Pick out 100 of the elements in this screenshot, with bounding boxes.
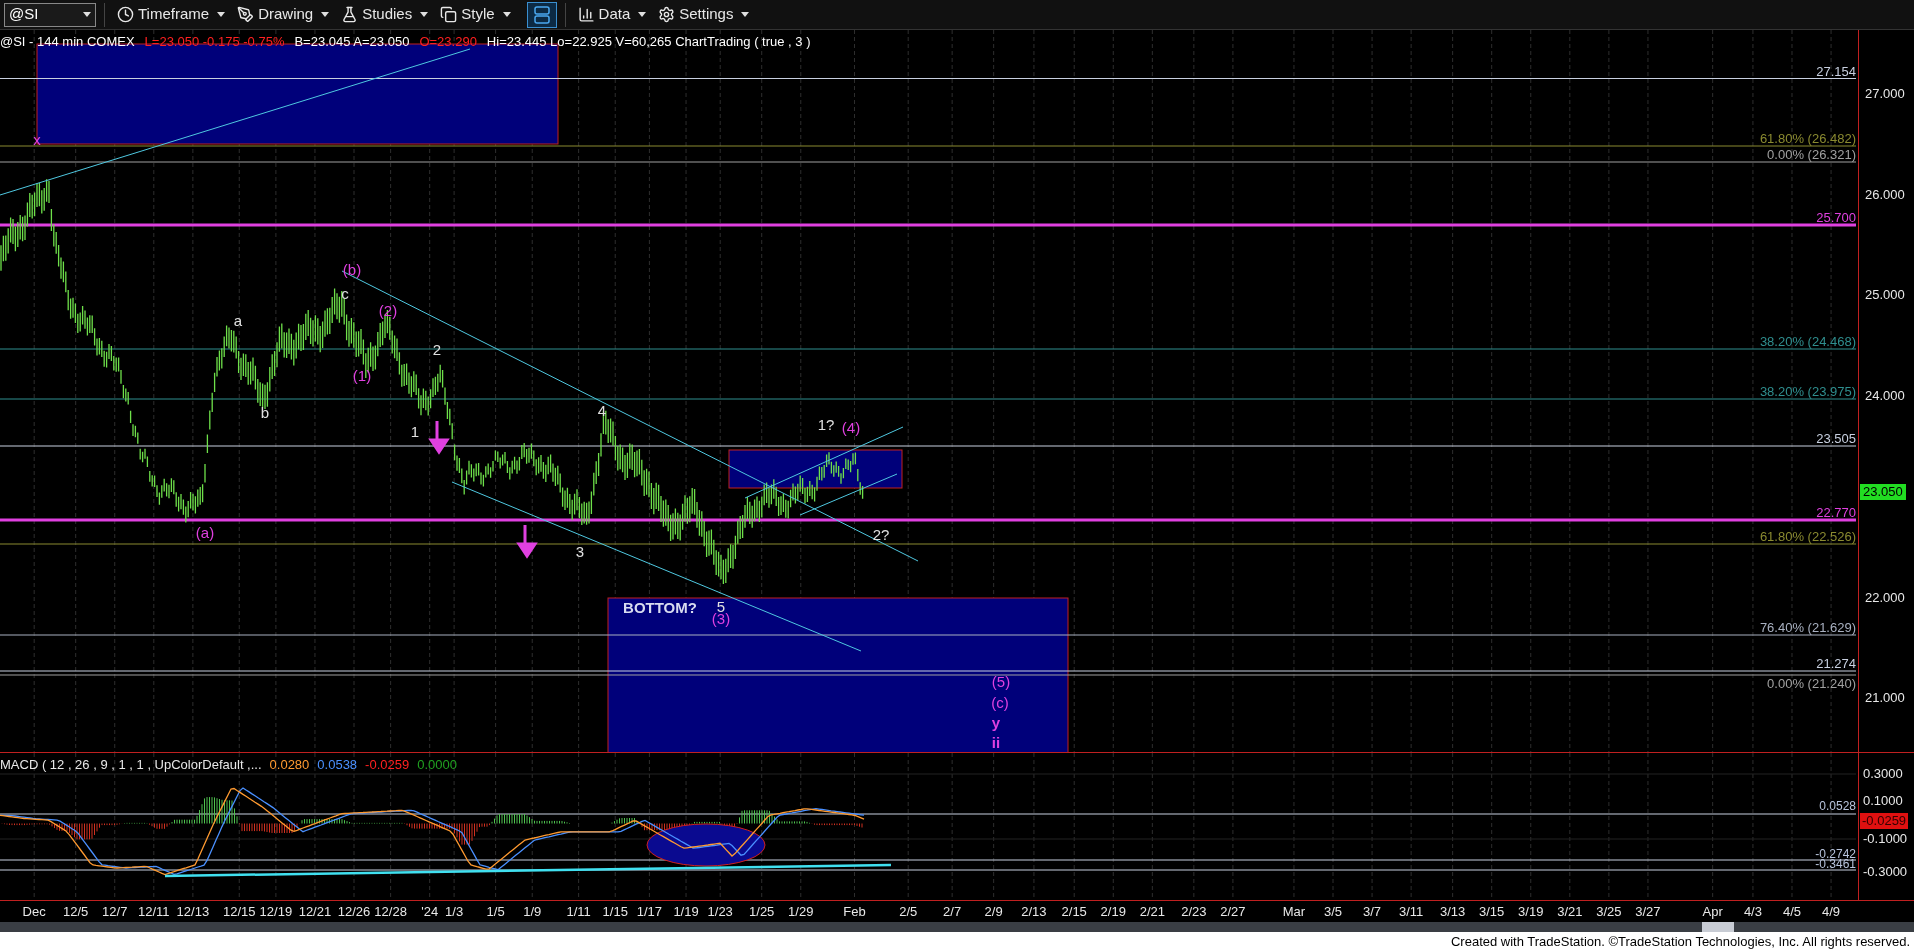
date-label: Feb — [843, 904, 866, 919]
axis-label: 26.000 — [1865, 188, 1905, 202]
date-label: 3/27 — [1635, 904, 1661, 919]
wave-label: y — [991, 715, 1001, 731]
caret-icon — [638, 12, 647, 17]
toolbar-button[interactable]: Drawing — [233, 1, 334, 28]
price-level-label: 0.00% (26.321) — [1767, 148, 1856, 161]
settings-icon — [658, 6, 676, 23]
price-level-label: 61.80% (26.482) — [1759, 132, 1856, 145]
price-level-label: 38.20% (24.468) — [1759, 335, 1856, 348]
date-label: 12/11 — [138, 904, 170, 919]
caret-icon — [321, 12, 330, 17]
macd-level-label: -0.2742 — [1815, 848, 1856, 860]
down-arrow-icon — [429, 419, 449, 455]
toolbar-button[interactable]: Style — [436, 1, 515, 28]
scrollbar-thumb[interactable] — [1702, 922, 1734, 932]
caret-icon — [83, 12, 91, 17]
axis-label: 0.3000 — [1863, 767, 1903, 781]
macd-value: 0.0000 — [417, 756, 457, 774]
date-label: 1/19 — [673, 904, 699, 919]
wave-label: 1? — [817, 417, 835, 433]
date-label: 12/26 — [337, 904, 371, 919]
wave-label: (a) — [195, 525, 215, 541]
symbol-field[interactable]: @SI — [4, 2, 96, 27]
current-value-badge: -0.0259 — [1860, 813, 1909, 829]
bar-chart-icon — [577, 6, 595, 23]
toolbar-button[interactable]: Timeframe — [113, 1, 230, 28]
layout-icon — [533, 5, 550, 24]
date-label: 3/21 — [1557, 904, 1583, 919]
date-label: 1/25 — [749, 904, 775, 919]
axis-label: 24.000 — [1865, 389, 1905, 403]
date-label: 12/28 — [374, 904, 407, 919]
price-level-label: 22.770 — [1816, 506, 1856, 519]
axis-label: 22.000 — [1865, 591, 1905, 605]
date-label: Mar — [1282, 904, 1306, 919]
date-label: 2/21 — [1139, 904, 1165, 919]
date-label: 12/19 — [259, 904, 293, 919]
axis-label: -0.3000 — [1863, 865, 1908, 879]
info-text: O=23.290 — [419, 33, 477, 51]
wave-label: b — [260, 405, 270, 421]
date-label: 4/3 — [1743, 904, 1762, 919]
date-label: 1/15 — [602, 904, 628, 919]
date-label: 2/19 — [1100, 904, 1126, 919]
copy-icon — [440, 6, 458, 23]
axis-label: -0.1000 — [1863, 832, 1908, 846]
price-level-label: 21.274 — [1816, 657, 1856, 670]
wave-label: (1) — [352, 368, 372, 384]
date-label: 2/27 — [1220, 904, 1246, 919]
date-label: 1/11 — [566, 904, 591, 919]
axis-label: 21.000 — [1865, 691, 1905, 705]
date-label: 3/15 — [1479, 904, 1505, 919]
price-level-label: 76.40% (21.629) — [1759, 621, 1856, 634]
down-arrow-icon — [517, 523, 537, 559]
date-label: 12/15 — [223, 904, 256, 919]
info-text: B=23.045 A=23.050 — [294, 33, 410, 51]
date-label: 1/23 — [707, 904, 733, 919]
date-label: 4/9 — [1822, 904, 1841, 919]
caret-icon — [502, 12, 511, 17]
price-level-label: 38.20% (23.975) — [1759, 385, 1856, 398]
wave-label: a — [233, 313, 243, 329]
date-label: 2/5 — [899, 904, 918, 919]
date-label: 3/19 — [1518, 904, 1544, 919]
price-level-label: 23.505 — [1816, 432, 1856, 445]
caret-icon — [217, 12, 226, 17]
pen-icon — [237, 6, 255, 23]
macd-value: 0.0280 — [269, 756, 310, 774]
date-label: 2/7 — [943, 904, 962, 919]
toolbar-button[interactable]: Settings — [654, 1, 754, 28]
axis-label: 27.000 — [1865, 87, 1905, 101]
current-price-badge: 23.050 — [1860, 484, 1906, 500]
price-level-label: 61.80% (22.526) — [1759, 530, 1856, 543]
wave-label: (4) — [841, 420, 861, 436]
macd-title: MACD ( 12 , 26 , 9 , 1 , 1 , UpColorDefault ,... — [0, 756, 262, 774]
wave-label: ii — [991, 735, 1001, 751]
date-label: Apr — [1702, 904, 1723, 919]
price-level-label: 27.154 — [1816, 64, 1856, 78]
date-label: 2/15 — [1061, 904, 1087, 919]
toolbar-button[interactable]: Studies — [337, 1, 433, 28]
date-label: 1/9 — [523, 904, 542, 919]
wave-label: (b) — [342, 262, 362, 278]
clock-icon — [117, 6, 134, 23]
price-level-label: 0.00% (21.240) — [1767, 677, 1856, 690]
date-label: 1/5 — [486, 904, 505, 919]
footer-text: Created with TradeStation. ©TradeStation Technologies, Inc. All rights reserved. — [1450, 932, 1910, 951]
axis-label: 25.000 — [1865, 288, 1905, 302]
date-label: 2/9 — [984, 904, 1003, 919]
info-text: @SI - 144 min COMEX — [0, 33, 135, 51]
toolbar-button[interactable]: Data — [573, 1, 651, 28]
wave-label: x — [33, 132, 41, 148]
wave-label: BOTTOM? — [623, 600, 697, 616]
wave-label: 2? — [872, 527, 890, 543]
axis-label: 0.1000 — [1863, 794, 1903, 808]
caret-icon — [741, 12, 750, 17]
macd-level-label: -0.3461 — [1815, 858, 1856, 870]
date-label: 12/5 — [63, 904, 89, 919]
wave-label: 4 — [597, 403, 607, 419]
date-label: 2/23 — [1181, 904, 1207, 919]
layout-toggle[interactable] — [526, 1, 557, 28]
date-label: 1/17 — [636, 904, 663, 919]
wave-label: (c) — [991, 695, 1009, 711]
